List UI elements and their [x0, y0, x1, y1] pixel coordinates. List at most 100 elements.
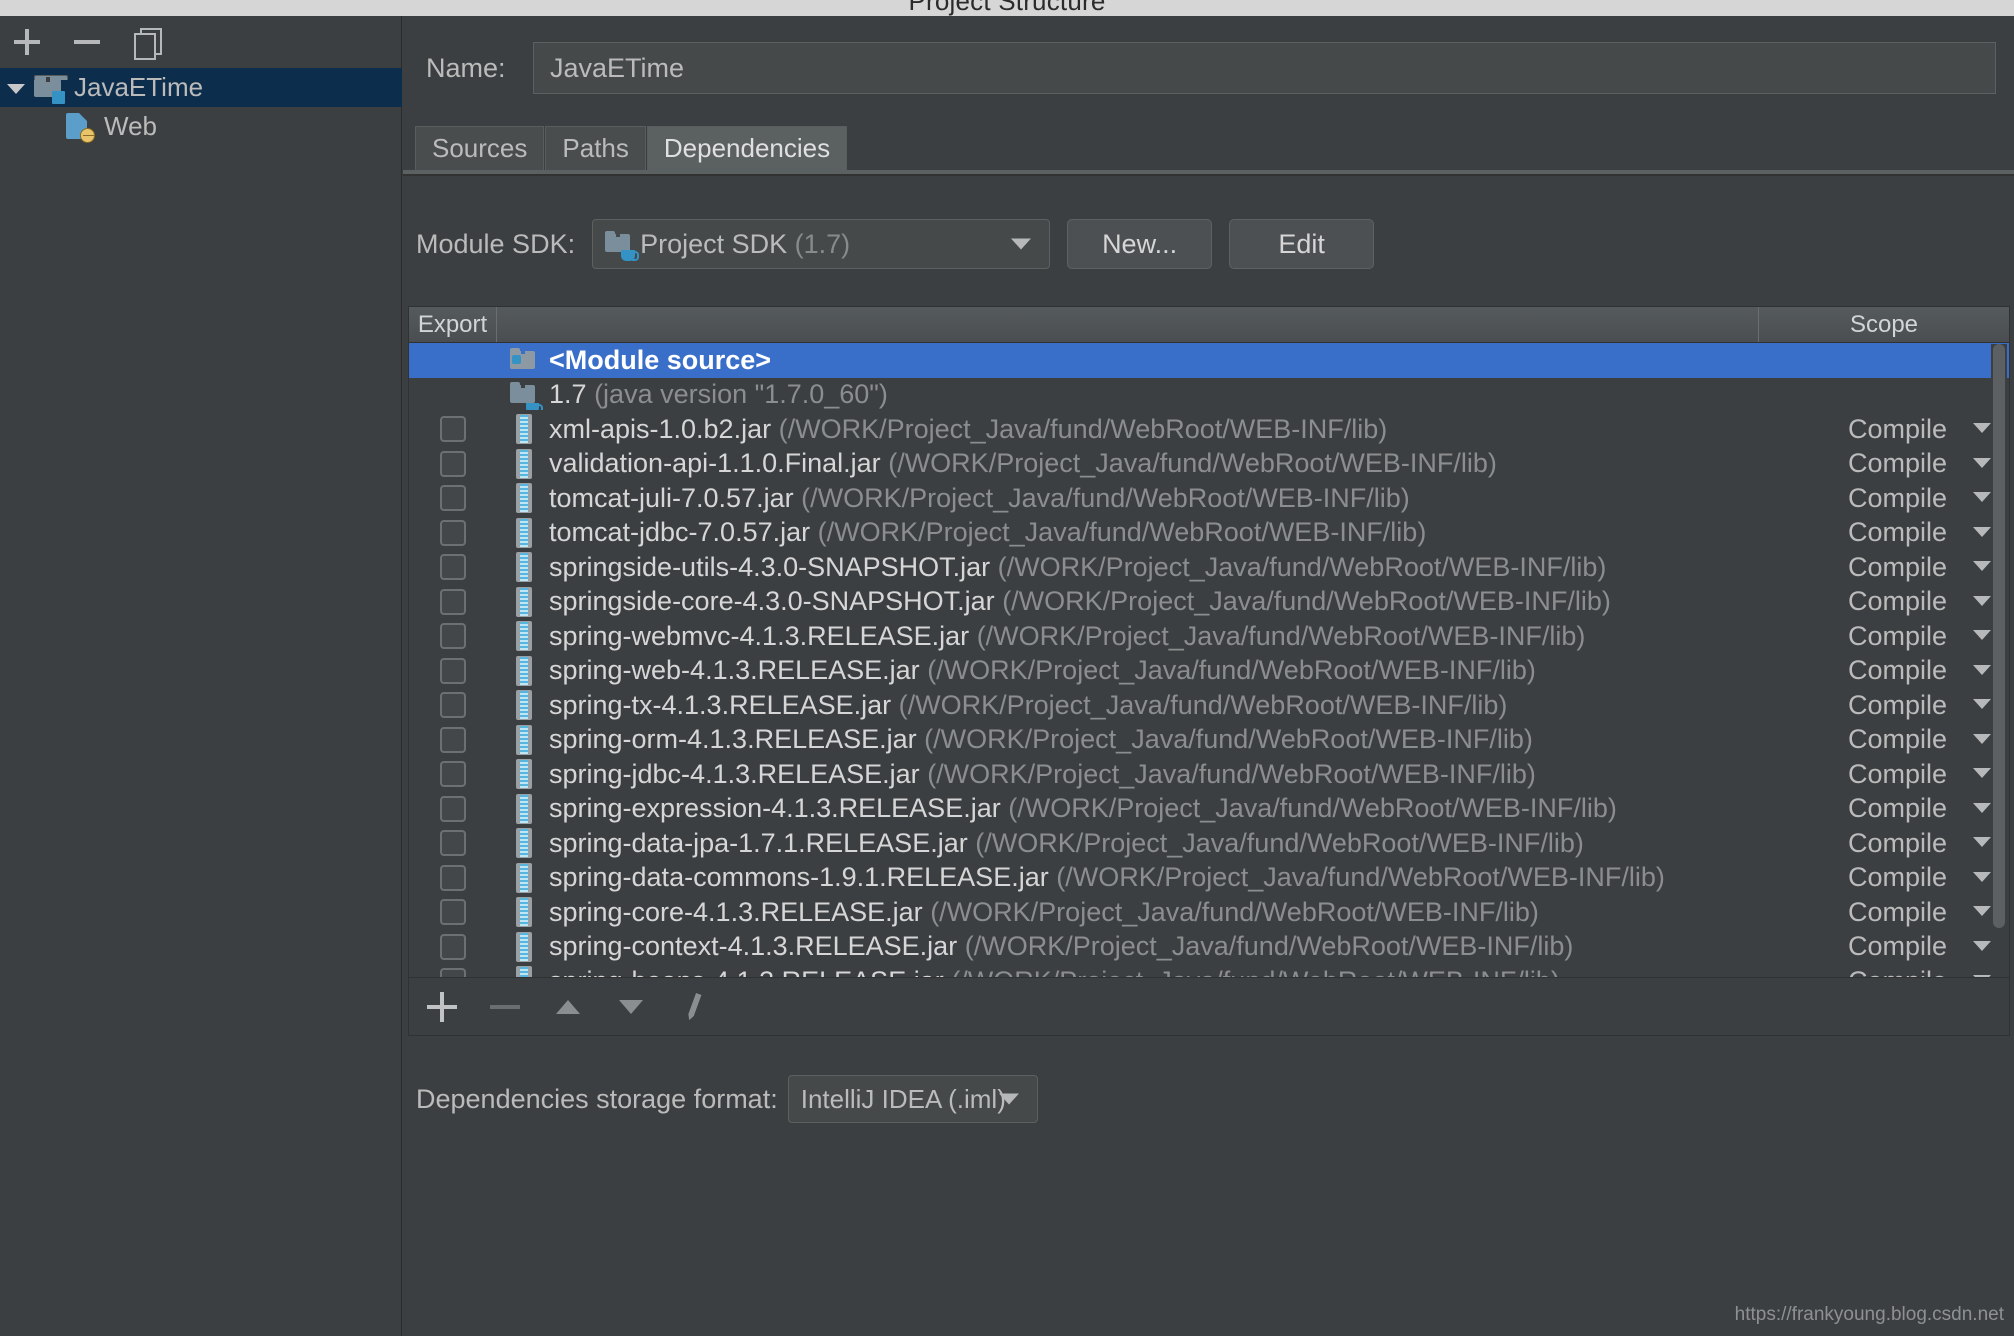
export-checkbox[interactable]: [440, 520, 466, 546]
export-checkbox[interactable]: [440, 865, 466, 891]
dependencies-vertical-scrollbar[interactable]: [1991, 344, 2007, 974]
chevron-down-icon[interactable]: [1973, 872, 1991, 882]
move-dependency-down-button[interactable]: [616, 992, 646, 1022]
remove-module-button[interactable]: [70, 25, 104, 59]
chevron-down-icon[interactable]: [1973, 630, 1991, 640]
remove-dependency-button[interactable]: [490, 992, 520, 1022]
dependency-filename: spring-data-jpa-1.7.1.RELEASE.jar: [549, 828, 968, 858]
scope-cell[interactable]: Compile: [1759, 517, 2009, 548]
scope-cell[interactable]: Compile: [1759, 448, 2009, 479]
chevron-down-icon[interactable]: [1973, 906, 1991, 916]
scope-cell[interactable]: Compile: [1759, 793, 2009, 824]
export-checkbox[interactable]: [440, 761, 466, 787]
export-checkbox[interactable]: [440, 589, 466, 615]
table-row[interactable]: spring-jdbc-4.1.3.RELEASE.jar (/WORK/Pro…: [409, 757, 2009, 792]
scope-cell[interactable]: Compile: [1759, 759, 2009, 790]
scope-cell[interactable]: Compile: [1759, 655, 2009, 686]
chevron-down-icon[interactable]: [1973, 665, 1991, 675]
scope-cell[interactable]: Compile: [1759, 966, 2009, 978]
table-row[interactable]: springside-core-4.3.0-SNAPSHOT.jar (/WOR…: [409, 585, 2009, 620]
tab-dependencies[interactable]: Dependencies: [647, 126, 847, 170]
chevron-down-icon[interactable]: [1973, 492, 1991, 502]
column-header-export[interactable]: Export: [409, 307, 497, 342]
dependency-filename: spring-context-4.1.3.RELEASE.jar: [549, 931, 957, 961]
column-header-scope[interactable]: Scope: [1759, 307, 2009, 342]
add-dependency-button[interactable]: [427, 992, 457, 1022]
table-row[interactable]: spring-orm-4.1.3.RELEASE.jar (/WORK/Proj…: [409, 723, 2009, 758]
table-row[interactable]: spring-expression-4.1.3.RELEASE.jar (/WO…: [409, 792, 2009, 827]
scope-cell[interactable]: Compile: [1759, 862, 2009, 893]
scope-cell[interactable]: Compile: [1759, 828, 2009, 859]
scope-cell[interactable]: Compile: [1759, 931, 2009, 962]
table-row[interactable]: <Module source>: [409, 343, 2009, 378]
sidebar-item-javaetime[interactable]: JavaETime: [0, 68, 402, 107]
chevron-down-icon[interactable]: [1973, 458, 1991, 468]
export-checkbox[interactable]: [440, 796, 466, 822]
table-row[interactable]: spring-webmvc-4.1.3.RELEASE.jar (/WORK/P…: [409, 619, 2009, 654]
table-row[interactable]: tomcat-jdbc-7.0.57.jar (/WORK/Project_Ja…: [409, 516, 2009, 551]
table-row[interactable]: spring-data-commons-1.9.1.RELEASE.jar (/…: [409, 861, 2009, 896]
scope-cell[interactable]: Compile: [1759, 552, 2009, 583]
table-row[interactable]: spring-beans-4.1.3.RELEASE.jar (/WORK/Pr…: [409, 964, 2009, 978]
chevron-down-icon[interactable]: [1973, 699, 1991, 709]
jar-icon: [499, 449, 549, 479]
edit-sdk-button[interactable]: Edit: [1229, 219, 1374, 269]
scope-cell[interactable]: Compile: [1759, 586, 2009, 617]
dependencies-table: Export Scope <Module source>1.7 (java ve…: [408, 306, 2010, 978]
scope-cell[interactable]: Compile: [1759, 897, 2009, 928]
edit-dependency-button[interactable]: [679, 992, 709, 1022]
expand-triangle-icon[interactable]: [4, 76, 28, 100]
chevron-down-icon[interactable]: [1973, 768, 1991, 778]
export-checkbox[interactable]: [440, 968, 466, 978]
export-checkbox[interactable]: [440, 692, 466, 718]
chevron-down-icon[interactable]: [1973, 734, 1991, 744]
dependency-label: spring-context-4.1.3.RELEASE.jar (/WORK/…: [549, 931, 1573, 962]
export-checkbox[interactable]: [440, 485, 466, 511]
export-checkbox[interactable]: [440, 416, 466, 442]
tab-paths[interactable]: Paths: [545, 126, 646, 170]
table-row[interactable]: springside-utils-4.3.0-SNAPSHOT.jar (/WO…: [409, 550, 2009, 585]
export-checkbox[interactable]: [440, 830, 466, 856]
chevron-down-icon[interactable]: [1973, 423, 1991, 433]
export-cell: [409, 727, 497, 753]
module-name-input[interactable]: JavaETime: [533, 42, 1996, 94]
column-header-name[interactable]: [497, 307, 1759, 342]
table-row[interactable]: spring-core-4.1.3.RELEASE.jar (/WORK/Pro…: [409, 895, 2009, 930]
table-row[interactable]: spring-web-4.1.3.RELEASE.jar (/WORK/Proj…: [409, 654, 2009, 689]
new-sdk-button[interactable]: New...: [1067, 219, 1212, 269]
dependency-filename: springside-utils-4.3.0-SNAPSHOT.jar: [549, 552, 990, 582]
export-checkbox[interactable]: [440, 623, 466, 649]
table-row[interactable]: 1.7 (java version "1.7.0_60"): [409, 378, 2009, 413]
chevron-down-icon[interactable]: [1973, 837, 1991, 847]
scrollbar-thumb[interactable]: [1993, 344, 2005, 928]
scope-cell[interactable]: Compile: [1759, 483, 2009, 514]
table-row[interactable]: xml-apis-1.0.b2.jar (/WORK/Project_Java/…: [409, 412, 2009, 447]
dependencies-storage-dropdown[interactable]: IntelliJ IDEA (.iml): [788, 1075, 1038, 1123]
scope-cell[interactable]: Compile: [1759, 690, 2009, 721]
export-checkbox[interactable]: [440, 934, 466, 960]
sidebar-item-web[interactable]: Web: [0, 107, 402, 146]
chevron-down-icon[interactable]: [1973, 527, 1991, 537]
chevron-down-icon[interactable]: [1973, 561, 1991, 571]
chevron-down-icon[interactable]: [1973, 596, 1991, 606]
export-checkbox[interactable]: [440, 658, 466, 684]
chevron-down-icon[interactable]: [1973, 941, 1991, 951]
table-row[interactable]: spring-context-4.1.3.RELEASE.jar (/WORK/…: [409, 930, 2009, 965]
scope-cell[interactable]: Compile: [1759, 414, 2009, 445]
add-module-button[interactable]: [10, 25, 44, 59]
table-row[interactable]: spring-tx-4.1.3.RELEASE.jar (/WORK/Proje…: [409, 688, 2009, 723]
table-row[interactable]: spring-data-jpa-1.7.1.RELEASE.jar (/WORK…: [409, 826, 2009, 861]
move-dependency-up-button[interactable]: [553, 992, 583, 1022]
export-checkbox[interactable]: [440, 554, 466, 580]
table-row[interactable]: tomcat-juli-7.0.57.jar (/WORK/Project_Ja…: [409, 481, 2009, 516]
export-checkbox[interactable]: [440, 899, 466, 925]
tab-sources[interactable]: Sources: [415, 126, 544, 170]
module-sdk-dropdown[interactable]: Project SDK (1.7): [592, 219, 1050, 269]
chevron-down-icon[interactable]: [1973, 803, 1991, 813]
export-checkbox[interactable]: [440, 451, 466, 477]
copy-module-button[interactable]: [130, 25, 164, 59]
scope-cell[interactable]: Compile: [1759, 724, 2009, 755]
export-checkbox[interactable]: [440, 727, 466, 753]
scope-cell[interactable]: Compile: [1759, 621, 2009, 652]
table-row[interactable]: validation-api-1.1.0.Final.jar (/WORK/Pr…: [409, 447, 2009, 482]
